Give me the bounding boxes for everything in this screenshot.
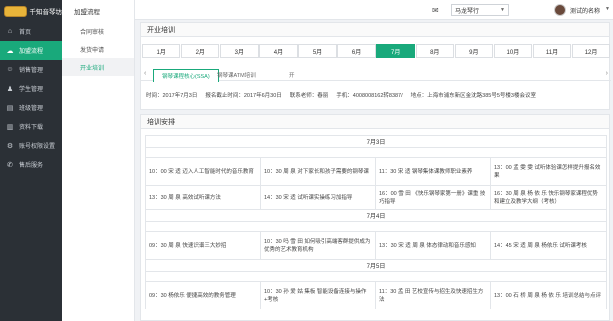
month-button[interactable]: 8月 [415, 44, 454, 58]
submenu-list: 合同审核 发货申请 开业培训 [62, 22, 134, 76]
sidebar-item-label: 学生管理 [19, 87, 44, 93]
submenu-item-0[interactable]: 合同审核 [62, 22, 134, 40]
sidebar-item-6[interactable]: ⚙ 账号权限设置 [0, 136, 62, 155]
training-panel: 开业培训 1月 2月 3月 4月 5月 6月 7月 8月 9月 10月 11月 12月 ‹ 钢琴课程核… [140, 22, 611, 110]
org-select[interactable]: 马龙琴行 ▼ [451, 4, 509, 16]
secondary-menu: 加盟流程 合同审核 发货申请 开业培训 [62, 0, 135, 321]
sidebar-item-5[interactable]: ▥ 资料下载 [0, 117, 62, 136]
sidebar-item-label: 账号权限设置 [19, 144, 56, 150]
month-button[interactable]: 11月 [532, 44, 572, 58]
submenu-item-1[interactable]: 发货申请 [62, 40, 134, 58]
month-button[interactable]: 12月 [571, 44, 611, 58]
training-info: 时间：2017年7月3日 报名截止时间：2017年6月30日 联系老师：春丽 手… [146, 91, 608, 99]
month-button[interactable]: 3月 [220, 44, 259, 58]
sidebar-item-label: 销售管理 [19, 68, 44, 74]
top-bar: ✉ 马龙琴行 ▼ 测试的名称 ▼ [135, 0, 613, 20]
org-select-value: 马龙琴行 [455, 8, 480, 15]
month-button[interactable]: 10月 [493, 44, 533, 58]
sidebar-item-4[interactable]: ▤ 班级管理 [0, 98, 62, 117]
schedule-panel: 培训安排 7月3日 10：00 宋 适 迈入人工智能时代的音乐教育 10：30 周 … [140, 114, 610, 321]
tabs-next-icon[interactable]: › [606, 70, 608, 77]
user-name[interactable]: 测试的名称 [570, 6, 600, 15]
sidebar-item-label: 售后服务 [19, 163, 44, 169]
month-button[interactable]: 5月 [298, 44, 337, 58]
schedule-cell: 13：00 孟 雯 雯 试听体验课怎样提升报名效果 [494, 164, 601, 179]
service-icon: ✆ [7, 161, 13, 169]
user-icon: ☺ [6, 66, 14, 73]
schedule-cell: 11：30 宋 适 钢琴集体课教师职业素养 [376, 158, 491, 185]
schedule-row: 13：30 周 泉 高效试听课方法 14：30 宋 适 试听课实操练习加指导 16：… [145, 185, 607, 209]
schedule-date: 7月3日 [145, 135, 607, 147]
schedule-table: 7月3日 10：00 宋 适 迈入人工智能时代的音乐教育 10：30 周 泉 对下家… [145, 135, 607, 309]
training-panel-title: 开业培训 [141, 23, 609, 37]
sidebar-item-7[interactable]: ✆ 售后服务 [0, 155, 62, 174]
schedule-date: 7月4日 [145, 209, 607, 221]
schedule-panel-title: 培训安排 [141, 115, 609, 129]
sidebar-item-label: 资料下载 [19, 125, 44, 131]
info-time: 时间：2017年7月3日 [146, 93, 198, 99]
sidebar-item-label: 首页 [19, 30, 32, 36]
schedule-cell: 10：30 周 泉 对下家长和孩子需要的钢琴课 [261, 158, 376, 185]
schedule-spacer [145, 147, 607, 157]
schedule-cell: 13：00 石 桥 周 泉 杨 依 乐 培训总结与点评 [494, 292, 601, 299]
mail-icon[interactable]: ✉ [432, 6, 439, 15]
submenu-title: 加盟流程 [74, 9, 100, 16]
month-button[interactable]: 4月 [259, 44, 298, 58]
schedule-cell: 10：30 孙 爱 姑 集板 智能设备连接与操作 +考核 [261, 282, 376, 309]
month-button[interactable]: 6月 [337, 44, 376, 58]
logo-badge [4, 5, 27, 17]
logo-text: 千知音琴坊 [29, 9, 63, 16]
sidebar-item-1[interactable]: ☁ 加盟流程 [0, 41, 62, 60]
month-button[interactable]: 9月 [454, 44, 494, 58]
chevron-down-icon: ▼ [500, 7, 505, 13]
student-icon: ♟ [6, 85, 14, 93]
info-contact: 联系老师：春丽 [289, 93, 329, 99]
class-icon: ▤ [6, 104, 14, 112]
schedule-row: 09：30 杨依乐 便捷高效的教务管理 10：30 孙 爱 姑 集板 智能设备连接… [145, 281, 607, 309]
schedule-cell: 16：00 雪 田 《快乐钢琴家第一册》课重 技巧指导 [376, 186, 491, 209]
main-sidebar: 千知音琴坊 ⌂ 首页 ☁ 加盟流程 ☺ 销售管理 ♟ 学生管理 ▤ 班级管理 ▥ 资料下载 ⚙ 账号权限设… [0, 0, 62, 321]
schedule-date: 7月5日 [145, 259, 607, 271]
book-icon: ▥ [6, 123, 14, 131]
course-tab-2[interactable]: 钢琴课ATM培训 [209, 69, 264, 81]
schedule-cell: 16：30 周 泉 杨 依 乐 快乐钢琴家课程优势和建立及教学大纲（考核） [494, 190, 598, 205]
info-address: 地点：上海市浦东新区金沈路385号5号楼3楼会议室 [410, 93, 536, 99]
schedule-cell: 14：30 宋 适 试听课实操练习加指导 [261, 186, 376, 209]
submenu-item-2[interactable]: 开业培训 [62, 58, 134, 76]
month-selector: 1月 2月 3月 4月 5月 6月 7月 8月 9月 10月 11月 12月 [141, 44, 611, 58]
home-icon: ⌂ [7, 28, 13, 35]
course-tab-3[interactable]: 开 [281, 69, 303, 81]
sidebar-item-label: 班级管理 [19, 106, 44, 112]
schedule-cell: 10：30 吗 雪 田 如何吸引高端客群提供成为优秀的艺术教育机构 [261, 232, 376, 259]
schedule-cell: 09：30 杨依乐 便捷高效的教务管理 [146, 282, 261, 309]
tabs-prev-icon[interactable]: ‹ [144, 70, 146, 77]
schedule-cell: 11：30 孟 田 艺校宣传与招生及快速招生方法 [376, 282, 491, 309]
month-button[interactable]: 7月 [376, 44, 415, 58]
schedule-spacer [145, 221, 607, 231]
sidebar-item-2[interactable]: ☺ 销售管理 [0, 60, 62, 79]
schedule-cell: 09：30 周 泉 快速识谱三大妙招 [146, 232, 261, 259]
schedule-spacer [145, 271, 607, 281]
schedule-row: 09：30 周 泉 快速识谱三大妙招 10：30 吗 雪 田 如何吸引高端客群提供… [145, 231, 607, 259]
sidebar-item-0[interactable]: ⌂ 首页 [0, 22, 62, 41]
settings-icon: ⚙ [6, 142, 14, 150]
cloud-icon: ☁ [6, 47, 14, 55]
schedule-cell: 14：45 宋 适 周 泉 杨依乐 试听课考核 [494, 242, 587, 249]
info-phone: 手机：4008008162转8387/ [336, 93, 403, 99]
schedule-row: 10：00 宋 适 迈入人工智能时代的音乐教育 10：30 周 泉 对下家长和孩子… [145, 157, 607, 185]
course-tabs: ‹ 钢琴课程核心(SSA) 钢琴课ATM培训 开 › [141, 69, 611, 82]
schedule-cell: 10：00 宋 适 迈入人工智能时代的音乐教育 [146, 158, 261, 185]
month-button[interactable]: 2月 [181, 44, 220, 58]
avatar[interactable] [554, 4, 566, 16]
user-menu-chevron-icon[interactable]: ▼ [605, 6, 610, 12]
sidebar-item-3[interactable]: ♟ 学生管理 [0, 79, 62, 98]
sidebar-nav: ⌂ 首页 ☁ 加盟流程 ☺ 销售管理 ♟ 学生管理 ▤ 班级管理 ▥ 资料下载 ⚙ 账号权限设置 ✆ 售后服务 [0, 22, 62, 174]
info-deadline: 报名截止时间：2017年6月30日 [205, 93, 282, 99]
schedule-cell: 13：30 周 泉 高效试听课方法 [146, 186, 261, 209]
sidebar-item-label: 加盟流程 [19, 49, 44, 55]
month-button[interactable]: 1月 [142, 44, 181, 58]
app-logo[interactable]: 千知音琴坊 [0, 0, 62, 22]
schedule-cell: 13：30 宋 适 周 泉 体态律动和音乐感知 [376, 232, 491, 259]
